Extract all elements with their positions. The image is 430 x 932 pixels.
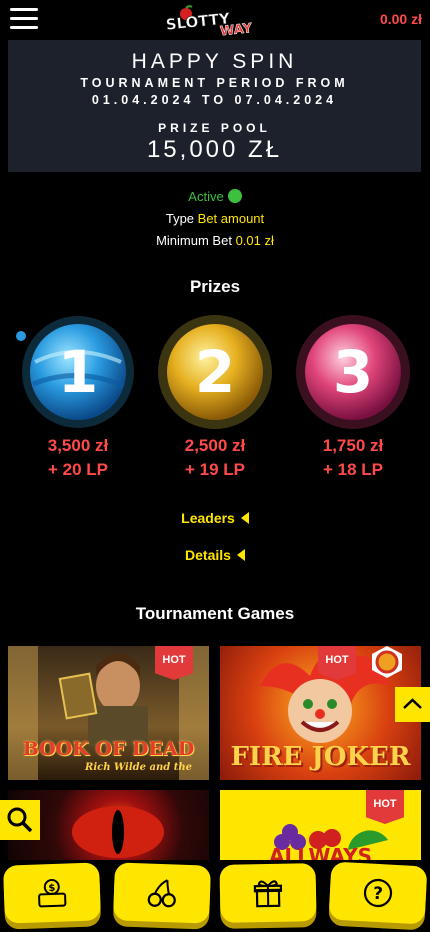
search-icon [7, 807, 33, 833]
svg-text:3: 3 [333, 338, 373, 406]
prize-2-points: + 19 LP [184, 460, 245, 479]
prize-pool-value: 15,000 ZŁ [146, 136, 283, 163]
min-bet-label: Minimum Bet [156, 233, 232, 248]
hot-badge: HOT [366, 790, 404, 824]
scroll-to-top-button[interactable] [395, 687, 430, 722]
tournament-card: HAPPY SPIN TOURNAMENT PERIOD FROM 01.04.… [8, 40, 421, 172]
type-value: Bet amount [197, 211, 265, 226]
bottom-nav: $ ? [0, 860, 430, 932]
min-bet-value: 0.01 zł [235, 233, 274, 248]
prize-2-amount: 2,500 zł [184, 436, 246, 455]
prize-3: 3 1,750 zł + 18 LP [289, 312, 417, 480]
prize-2: 2 2,500 zł + 19 LP [151, 312, 279, 480]
gift-icon [253, 880, 283, 908]
search-button[interactable] [0, 800, 40, 840]
caret-left-icon [236, 549, 245, 561]
type-label: Type [165, 211, 195, 226]
cashier-icon: $ [38, 879, 67, 908]
active-indicator-icon [227, 189, 242, 203]
svg-text:$: $ [48, 883, 55, 894]
prize-1-amount: 3,500 zł [47, 436, 109, 455]
nav-promotions-button[interactable] [219, 863, 317, 923]
help-icon: ? [363, 878, 393, 908]
tournament-title: HAPPY SPIN [131, 50, 298, 73]
prize-3-medal-icon: 3 [296, 315, 410, 429]
prize-3-points: + 18 LP [322, 460, 383, 479]
prize-1-points: + 20 LP [47, 460, 108, 479]
game-title: FIRE JOKER [230, 742, 411, 772]
leaders-label: Leaders [181, 510, 235, 526]
svg-text:1: 1 [58, 338, 98, 406]
game-tile-book-of-dead[interactable]: BOOK OF DEAD Rich Wilde and the HOT [8, 646, 209, 780]
chevron-up-icon [403, 698, 422, 709]
game-tile-allways[interactable]: ALLWAYS HOT [220, 790, 421, 860]
prize-3-amount: 1,750 zł [322, 436, 384, 455]
nav-cashier-button[interactable]: $ [3, 862, 101, 924]
status-active-label: Active [188, 189, 224, 204]
tournament-period-label: TOURNAMENT PERIOD FROM [80, 76, 349, 90]
prize-1: 1 3,500 zł + 20 LP [14, 312, 142, 480]
cherries-icon [147, 879, 176, 908]
svg-text:?: ? [372, 884, 383, 904]
balance-display[interactable]: 0.00 zł [380, 11, 422, 27]
hot-badge: HOT [155, 646, 193, 680]
game-title: ALLWAYS [268, 844, 373, 860]
game-tile-fire-joker[interactable]: FIRE JOKER HOT [220, 646, 421, 780]
hot-badge: HOT [318, 646, 356, 680]
game-subtitle: Rich Wilde and the [85, 762, 192, 773]
hamburger-icon[interactable] [10, 8, 38, 30]
prize-pool-label: PRIZE POOL [158, 121, 271, 135]
tournament-period-dates: 01.04.2024 TO 07.04.2024 [91, 93, 338, 107]
details-link[interactable]: Details [0, 547, 430, 563]
nav-games-button[interactable] [113, 862, 211, 924]
game-title: BOOK OF DEAD [22, 738, 195, 760]
prize-2-medal-icon: 2 [158, 315, 272, 429]
caret-left-icon [240, 512, 249, 524]
prizes-heading: Prizes [189, 277, 241, 296]
tournament-games-heading: Tournament Games [135, 604, 295, 623]
slotty-way-logo[interactable]: SLOTTY WAY [164, 5, 260, 37]
prize-wheel-icon [372, 646, 402, 678]
tournament-status: Active Type Bet amount Minimum Bet 0.01 … [0, 186, 430, 252]
prize-1-medal-icon: 1 [16, 316, 134, 428]
leaders-link[interactable]: Leaders [0, 510, 430, 526]
top-header: SLOTTY WAY 0.00 zł [0, 0, 430, 40]
details-label: Details [185, 547, 231, 563]
nav-help-button[interactable]: ? [328, 861, 428, 925]
svg-text:2: 2 [195, 338, 235, 406]
svg-text:WAY: WAY [219, 21, 253, 37]
